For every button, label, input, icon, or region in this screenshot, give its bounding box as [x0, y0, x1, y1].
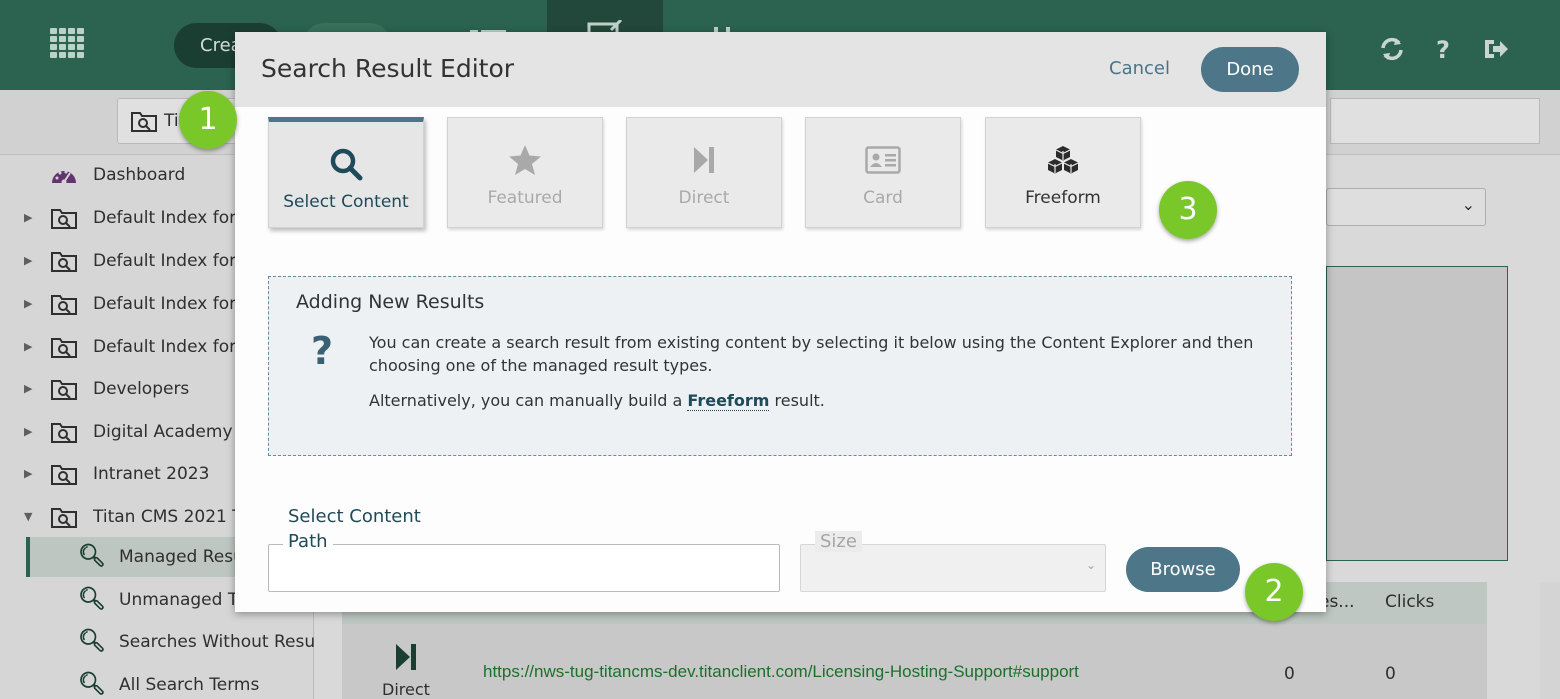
id-card-icon — [806, 140, 960, 180]
step-marker-1: 1 — [179, 91, 237, 149]
step-marker-3: 3 — [1159, 181, 1217, 239]
tile-select-content[interactable]: Select Content — [268, 117, 424, 228]
tile-label: Featured — [487, 188, 563, 208]
chevron-down-icon: ⌄ — [1086, 558, 1097, 572]
info-text: Alternatively, you can manually build a — [369, 391, 688, 410]
search-icon — [269, 144, 423, 184]
cancel-button[interactable]: Cancel — [1109, 58, 1170, 79]
question-icon: ? — [311, 329, 334, 373]
info-text: result. — [769, 391, 825, 410]
search-result-editor-modal: Search Result Editor Cancel Done Select … — [235, 32, 1326, 612]
tile-freeform[interactable]: Freeform — [985, 117, 1141, 228]
tile-label: Card — [863, 188, 903, 208]
info-paragraph: You can create a search result from exis… — [369, 333, 1254, 375]
path-label: Path — [283, 531, 333, 552]
modal-header: Search Result Editor Cancel Done — [235, 32, 1326, 107]
tile-card[interactable]: Card — [805, 117, 961, 228]
info-title: Adding New Results — [296, 291, 485, 313]
freeform-link[interactable]: Freeform — [687, 391, 770, 411]
done-button[interactable]: Done — [1201, 47, 1299, 92]
tile-label: Direct — [678, 188, 730, 208]
skip-forward-icon — [627, 140, 781, 180]
size-label: Size — [815, 531, 862, 552]
adding-new-results-info: Adding New Results ? You can create a se… — [268, 276, 1292, 456]
star-icon — [448, 140, 602, 180]
tile-featured[interactable]: Featured — [447, 117, 603, 228]
modal-title: Search Result Editor — [261, 54, 515, 83]
info-paragraph-alternative: Alternatively, you can manually build a … — [369, 391, 825, 411]
cubes-icon — [986, 140, 1140, 180]
browse-button[interactable]: Browse — [1126, 547, 1240, 592]
tile-label: Select Content — [283, 192, 409, 212]
path-input[interactable] — [268, 544, 780, 592]
tile-direct[interactable]: Direct — [626, 117, 782, 228]
select-content-label: Select Content — [288, 506, 421, 527]
step-marker-2: 2 — [1245, 563, 1303, 621]
tile-label: Freeform — [1025, 188, 1101, 208]
